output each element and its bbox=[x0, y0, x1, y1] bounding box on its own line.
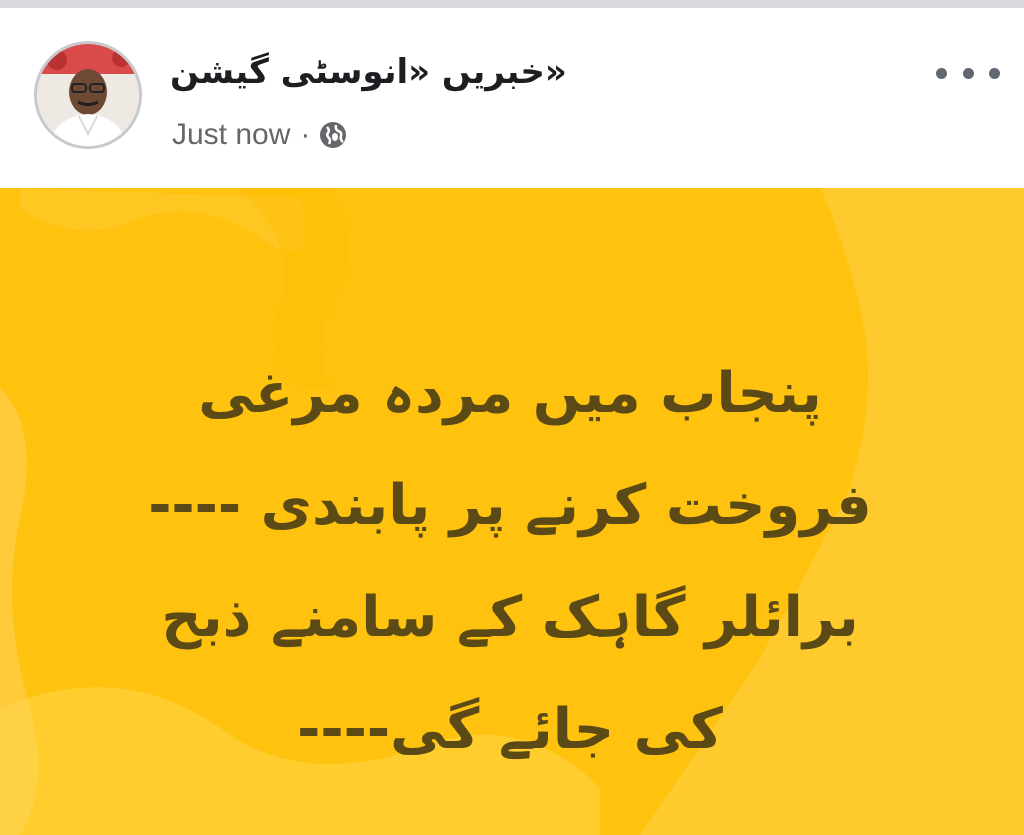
post-header: «خبریں «انوسٹی گیشن Just now · bbox=[0, 8, 1024, 188]
post-line-2: فروخت کرنے پر پابندی ---- bbox=[148, 473, 872, 538]
globe-icon[interactable] bbox=[318, 120, 348, 150]
more-options-icon bbox=[936, 67, 947, 79]
post-meta: Just now · bbox=[172, 118, 348, 152]
post-line-1: پنجاب میں مردہ مرغی bbox=[198, 361, 822, 426]
more-options-icon-dot bbox=[989, 67, 1000, 79]
timestamp[interactable]: Just now bbox=[172, 118, 290, 152]
post-background[interactable]: پنجاب میں مردہ مرغی فروخت کرنے پر پابندی… bbox=[0, 188, 1024, 835]
post-line-4: کی جائے گی---- bbox=[297, 697, 723, 762]
page-name[interactable]: «خبریں «انوسٹی گیشن bbox=[170, 52, 567, 92]
post-message: پنجاب میں مردہ مرغی فروخت کرنے پر پابندی… bbox=[60, 338, 960, 786]
avatar[interactable] bbox=[34, 41, 142, 149]
more-options-button[interactable] bbox=[936, 58, 1000, 88]
meta-separator: · bbox=[300, 118, 311, 151]
post-line-3: برائلر گاہک کے سامنے ذبح bbox=[161, 585, 859, 650]
top-divider bbox=[0, 0, 1024, 8]
avatar-image bbox=[37, 44, 139, 146]
more-options-icon-dot bbox=[962, 67, 974, 79]
